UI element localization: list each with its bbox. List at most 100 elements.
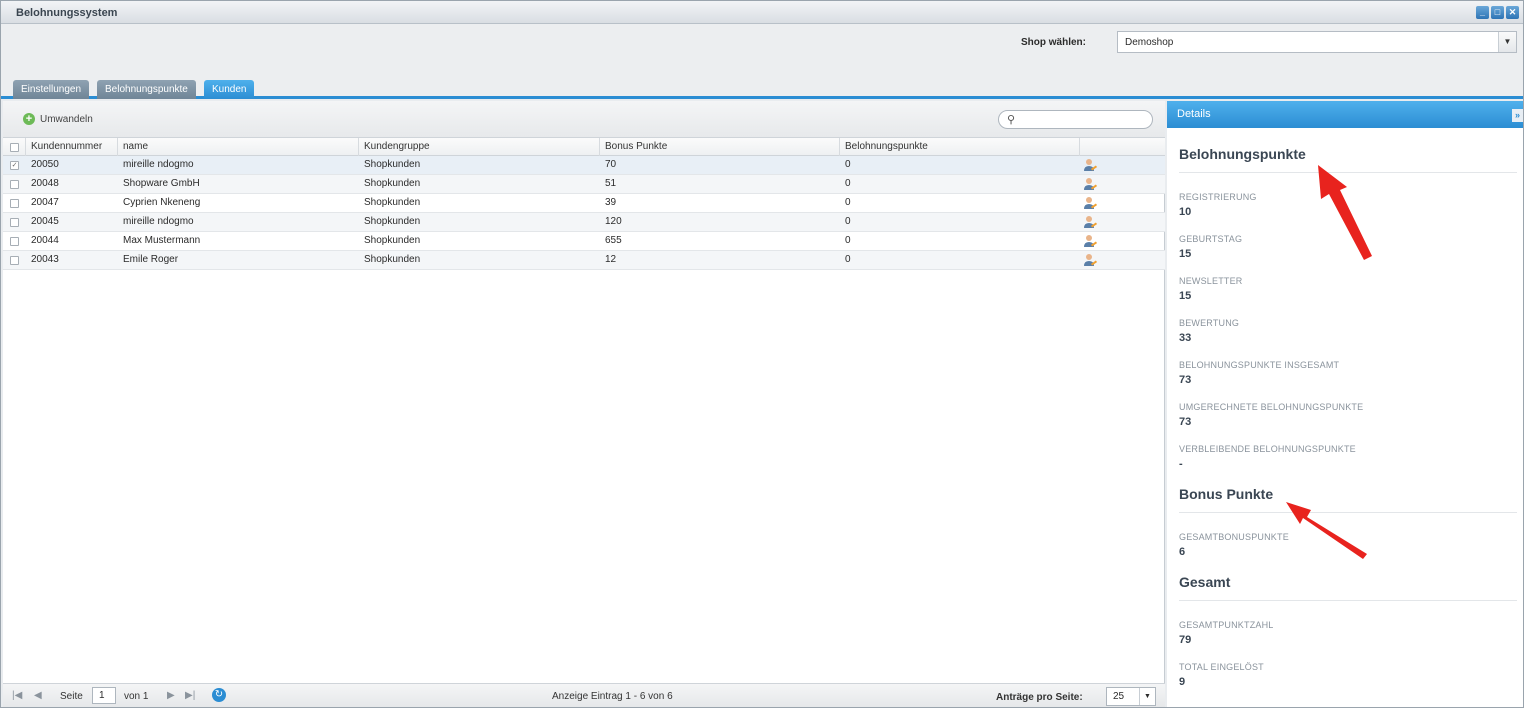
pagination-bar: |◀ ◀ Seite 1 von 1 ▶ ▶| ↻ Anzeige Eintra… xyxy=(3,683,1165,707)
cell-bonus-punkte: 51 xyxy=(605,178,617,189)
cell-belohnungspunkte: 0 xyxy=(845,254,851,265)
field-value: 79 xyxy=(1179,634,1192,646)
window-controls: _ □ ✕ xyxy=(1476,6,1519,19)
field-label: GESAMTBONUSPUNKTE xyxy=(1179,532,1289,542)
chevron-down-icon[interactable]: ▼ xyxy=(1498,32,1516,52)
details-title: Details xyxy=(1177,108,1211,120)
cell-kundengruppe: Shopkunden xyxy=(364,197,421,208)
customer-grid: Kundennummer name Kundengruppe Bonus Pun… xyxy=(3,138,1165,270)
field-value: 73 xyxy=(1179,416,1192,428)
per-page-label: Anträge pro Seite: xyxy=(996,692,1083,703)
convert-button-label: Umwandeln xyxy=(40,113,93,125)
tab-einstellungen[interactable]: Einstellungen xyxy=(13,80,90,99)
cell-name: mireille ndogmo xyxy=(123,159,194,170)
page-input[interactable]: 1 xyxy=(92,687,116,704)
user-edit-icon[interactable] xyxy=(1083,196,1097,210)
close-icon[interactable]: ✕ xyxy=(1506,6,1519,19)
user-edit-icon[interactable] xyxy=(1083,234,1097,248)
section-divider xyxy=(1179,512,1517,513)
field-label: UMGERECHNETE BELOHNUNGSPUNKTE xyxy=(1179,402,1364,412)
details-panel: Details » Belohnungspunkte REGISTRIERUNG 1… xyxy=(1167,101,1523,707)
field-value: 10 xyxy=(1179,206,1192,218)
field-value: 9 xyxy=(1179,676,1186,688)
cell-kundengruppe: Shopkunden xyxy=(364,235,421,246)
row-checkbox[interactable] xyxy=(10,237,19,246)
page-count: von 1 xyxy=(124,691,149,702)
per-page-select[interactable]: 25 ▼ xyxy=(1106,687,1156,706)
cell-belohnungspunkte: 0 xyxy=(845,235,851,246)
user-edit-icon[interactable] xyxy=(1083,253,1097,267)
collapse-icon[interactable]: » xyxy=(1512,109,1523,122)
row-checkbox[interactable] xyxy=(10,256,19,265)
select-all-checkbox[interactable] xyxy=(10,143,19,152)
title-bar: Belohnungssystem _ □ ✕ xyxy=(1,1,1523,24)
customer-panel: + Umwandeln ⚲ Kundennummer name Kundengr… xyxy=(3,101,1165,707)
minimize-icon[interactable]: _ xyxy=(1476,6,1489,19)
row-checkbox[interactable] xyxy=(10,218,19,227)
column-header-bonus-punkte[interactable]: Bonus Punkte xyxy=(599,138,839,156)
cell-kundennummer: 20050 xyxy=(31,159,59,170)
cell-kundennummer: 20048 xyxy=(31,178,59,189)
plus-icon: + xyxy=(23,113,35,125)
chevron-down-icon[interactable]: ▼ xyxy=(1139,688,1155,705)
search-icon: ⚲ xyxy=(1007,114,1016,126)
column-header-kundengruppe[interactable]: Kundengruppe xyxy=(358,138,599,156)
cell-kundengruppe: Shopkunden xyxy=(364,178,421,189)
section-heading: Gesamt xyxy=(1179,574,1231,590)
per-page-value: 25 xyxy=(1113,691,1125,702)
cell-name: Cyprien Nkeneng xyxy=(123,197,201,208)
refresh-icon[interactable]: ↻ xyxy=(212,688,226,702)
tab-kunden[interactable]: Kunden xyxy=(204,80,255,99)
grid-toolbar: + Umwandeln ⚲ xyxy=(3,101,1165,138)
section-divider xyxy=(1179,600,1517,601)
first-page-icon[interactable]: |◀ xyxy=(12,690,22,701)
table-row[interactable]: 20048 Shopware GmbH Shopkunden 51 0 xyxy=(3,175,1165,194)
field-label: GEBURTSTAG xyxy=(1179,234,1243,244)
last-page-icon[interactable]: ▶| xyxy=(185,690,195,701)
display-info: Anzeige Eintrag 1 - 6 von 6 xyxy=(552,691,673,702)
prev-page-icon[interactable]: ◀ xyxy=(34,690,42,701)
convert-button[interactable]: + Umwandeln xyxy=(17,109,101,129)
field-value: - xyxy=(1179,458,1183,470)
cell-belohnungspunkte: 0 xyxy=(845,159,851,170)
search-input[interactable]: ⚲ xyxy=(998,110,1153,129)
tab-belohnungspunkte[interactable]: Belohnungspunkte xyxy=(97,80,196,99)
shop-select-value: Demoshop xyxy=(1125,37,1174,48)
table-row[interactable]: 20047 Cyprien Nkeneng Shopkunden 39 0 xyxy=(3,194,1165,213)
cell-name: Shopware GmbH xyxy=(123,178,200,189)
section-heading: Belohnungspunkte xyxy=(1179,146,1306,162)
column-header-belohnungspunkte[interactable]: Belohnungspunkte xyxy=(839,138,1079,156)
column-header-actions xyxy=(1079,138,1165,156)
cell-kundengruppe: Shopkunden xyxy=(364,216,421,227)
table-row[interactable]: 20043 Emile Roger Shopkunden 12 0 xyxy=(3,251,1165,270)
cell-bonus-punkte: 12 xyxy=(605,254,617,265)
cell-kundengruppe: Shopkunden xyxy=(364,254,421,265)
column-header-kundennummer[interactable]: Kundennummer xyxy=(25,138,117,156)
row-checkbox[interactable]: ✓ xyxy=(10,161,19,170)
grid-header: Kundennummer name Kundengruppe Bonus Pun… xyxy=(3,138,1165,156)
cell-belohnungspunkte: 0 xyxy=(845,216,851,227)
table-row[interactable]: 20045 mireille ndogmo Shopkunden 120 0 xyxy=(3,213,1165,232)
field-value: 73 xyxy=(1179,374,1192,386)
field-label: GESAMTPUNKTZAHL xyxy=(1179,620,1274,630)
maximize-icon[interactable]: □ xyxy=(1491,6,1504,19)
row-checkbox[interactable] xyxy=(10,199,19,208)
cell-kundennummer: 20047 xyxy=(31,197,59,208)
row-checkbox[interactable] xyxy=(10,180,19,189)
next-page-icon[interactable]: ▶ xyxy=(167,690,175,701)
section-divider xyxy=(1179,172,1517,173)
user-edit-icon[interactable] xyxy=(1083,215,1097,229)
cell-bonus-punkte: 655 xyxy=(605,235,622,246)
table-row[interactable]: 20044 Max Mustermann Shopkunden 655 0 xyxy=(3,232,1165,251)
field-label: REGISTRIERUNG xyxy=(1179,192,1257,202)
field-value: 6 xyxy=(1179,546,1186,558)
shop-label: Shop wählen: xyxy=(1021,37,1086,48)
shop-select[interactable]: Demoshop ▼ xyxy=(1117,31,1517,53)
user-edit-icon[interactable] xyxy=(1083,177,1097,191)
cell-bonus-punkte: 120 xyxy=(605,216,622,227)
table-row[interactable]: ✓ 20050 mireille ndogmo Shopkunden 70 0 xyxy=(3,156,1165,175)
user-edit-icon[interactable] xyxy=(1083,158,1097,172)
cell-name: Emile Roger xyxy=(123,254,179,265)
column-header-name[interactable]: name xyxy=(117,138,358,156)
field-value: 15 xyxy=(1179,248,1192,260)
